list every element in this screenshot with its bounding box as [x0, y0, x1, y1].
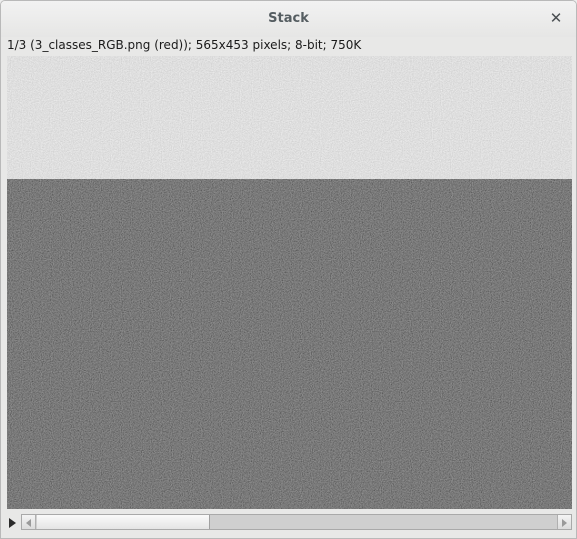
stack-window: Stack ✕ 1/3 (3_classes_RGB.png (red)); 5… — [0, 0, 577, 539]
window-title: Stack — [268, 11, 309, 26]
bright-region-noise — [7, 56, 572, 179]
arrow-right-icon — [562, 519, 567, 527]
play-icon — [9, 518, 16, 528]
close-icon: ✕ — [549, 9, 563, 27]
scrollbar-thumb[interactable] — [37, 515, 210, 529]
dark-region-noise — [7, 179, 572, 509]
scroll-right-button[interactable] — [557, 515, 571, 529]
image-info-line: 1/3 (3_classes_RGB.png (red)); 565x453 p… — [7, 38, 362, 52]
image-canvas[interactable] — [7, 56, 572, 509]
title-bar[interactable]: Stack ✕ — [1, 1, 576, 37]
arrow-left-icon — [26, 519, 31, 527]
animate-button[interactable] — [7, 515, 19, 529]
scroll-left-button[interactable] — [22, 515, 36, 529]
noise-image — [7, 56, 572, 509]
slice-scrollbar[interactable] — [21, 514, 572, 530]
close-button[interactable]: ✕ — [548, 9, 564, 27]
slice-slider-row — [7, 514, 572, 531]
